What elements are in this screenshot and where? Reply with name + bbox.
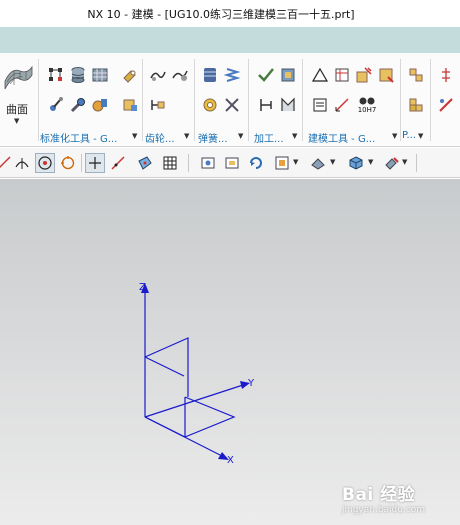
check-tool-icon[interactable] — [256, 65, 276, 85]
group-label-machining[interactable]: 加工... — [254, 130, 284, 145]
y-axis-label: Y — [247, 378, 255, 389]
bolt-icon[interactable] — [120, 95, 140, 115]
zoom-icon[interactable] — [222, 153, 242, 173]
selection-toolbar: ▼ ▼ ▼ ▼ — [0, 148, 460, 178]
group-label-p[interactable]: P... — [402, 130, 416, 141]
machining-icon[interactable] — [278, 65, 298, 85]
chevron-down-icon[interactable]: ▼ — [292, 132, 297, 140]
ribbon: 曲面 ▼ 10H7 标准化工具 - G... ▼ 齿轮... ▼ 弹簧... ▼… — [0, 53, 460, 147]
process-list-icon[interactable] — [256, 95, 276, 115]
group-label-standard-tools[interactable]: 标准化工具 - G... — [40, 130, 117, 145]
database-icon[interactable] — [200, 65, 220, 85]
snap-tangent-icon[interactable] — [12, 153, 32, 173]
document-icon[interactable] — [310, 95, 330, 115]
assembly-icon[interactable] — [46, 95, 66, 115]
snap-existing-point-icon[interactable] — [85, 153, 105, 173]
spur-gear-icon[interactable] — [170, 65, 190, 85]
compression-spring-icon[interactable] — [200, 95, 220, 115]
surface-button[interactable]: 曲面 ▼ — [0, 59, 36, 129]
group-label-modeling-tools[interactable]: 建模工具 - G... — [308, 130, 375, 145]
triangle-icon[interactable] — [310, 65, 330, 85]
chevron-down-icon[interactable]: ▼ — [392, 132, 397, 140]
surface-icon — [4, 65, 33, 90]
chevron-down-icon[interactable]: ▼ — [184, 132, 189, 140]
snap-arc-center-icon[interactable] — [35, 153, 55, 173]
title-bar: NX 10 - 建模 - [UG10.0练习三维建模三百一十五.prt] — [0, 0, 460, 27]
spring-tools-icon[interactable] — [222, 95, 242, 115]
render-style-icon[interactable] — [308, 153, 328, 173]
group-label-gear[interactable]: 齿轮... — [145, 130, 175, 145]
hole-fit-label: 10H7 — [357, 106, 377, 114]
rotate-icon[interactable] — [246, 153, 266, 173]
chevron-down-icon[interactable]: ▼ — [418, 132, 423, 140]
fit-view-icon[interactable] — [198, 153, 218, 173]
watermark-url: jingyan.baidu.com — [342, 505, 426, 515]
shaded-cube-icon[interactable] — [346, 153, 366, 173]
fastener-icon[interactable] — [120, 65, 140, 85]
snap-point-on-face-icon[interactable] — [135, 153, 155, 173]
part-family-icon[interactable] — [46, 65, 66, 85]
chevron-down-icon[interactable]: ▼ — [293, 158, 298, 166]
binoculars-icon — [359, 97, 375, 105]
chevron-down-icon[interactable]: ▼ — [132, 132, 137, 140]
watermark-brand: Bai 经验 — [342, 485, 416, 505]
baidu-watermark: Bai 经验 jingyan.baidu.com — [340, 478, 455, 523]
spring-icon[interactable] — [222, 65, 242, 85]
hole-fit-button[interactable]: 10H7 — [354, 95, 380, 115]
gear-train-icon[interactable] — [148, 95, 168, 115]
toolbar-divider — [188, 154, 189, 172]
chevron-down-icon[interactable]: ▼ — [402, 158, 407, 166]
toolbar-divider — [81, 154, 82, 172]
modify-tools-icon[interactable] — [376, 65, 396, 85]
orient-view-icon[interactable] — [272, 153, 292, 173]
chevron-down-icon[interactable]: ▼ — [368, 158, 373, 166]
gear-icon[interactable] — [148, 65, 168, 85]
window-title: NX 10 - 建模 - [UG10.0练习三维建模三百一十五.prt] — [87, 7, 355, 21]
sketch-table-icon[interactable] — [332, 65, 352, 85]
ribbon-group-labels: 标准化工具 - G... ▼ 齿轮... ▼ 弹簧... ▼ 加工... ▼ 建… — [0, 129, 460, 145]
datum-csys: Z Y X — [139, 282, 255, 466]
layer-tools-icon[interactable] — [354, 65, 374, 85]
reuse-library-icon[interactable] — [68, 65, 88, 85]
toolbar-divider — [416, 154, 417, 172]
shading-icon[interactable] — [436, 95, 456, 115]
chevron-down-icon[interactable]: ▼ — [14, 117, 19, 125]
chevron-down-icon[interactable]: ▼ — [238, 132, 243, 140]
snap-point-on-curve-icon[interactable] — [108, 153, 128, 173]
pattern-tools-icon[interactable] — [406, 95, 426, 115]
ribbon-tab-strip — [0, 27, 460, 53]
measure-icon[interactable] — [332, 95, 352, 115]
surface-label: 曲面 — [6, 103, 28, 116]
x-axis-label: X — [227, 455, 234, 466]
graphics-viewport[interactable]: Z Y X — [0, 179, 460, 525]
edit-section-icon[interactable] — [382, 153, 402, 173]
datum-icon[interactable] — [436, 65, 456, 85]
feature-icon[interactable] — [278, 95, 298, 115]
snap-quadrant-icon[interactable] — [58, 153, 78, 173]
configure-icon[interactable] — [90, 95, 110, 115]
wrench-tool-icon[interactable] — [68, 95, 88, 115]
z-axis-label: Z — [139, 282, 146, 293]
pattern-icon[interactable] — [406, 65, 426, 85]
standard-parts-icon[interactable] — [90, 65, 110, 85]
yz-plane — [144, 356, 185, 377]
group-label-spring[interactable]: 弹簧... — [198, 130, 228, 145]
chevron-down-icon[interactable]: ▼ — [330, 158, 335, 166]
grid-icon[interactable] — [160, 153, 180, 173]
